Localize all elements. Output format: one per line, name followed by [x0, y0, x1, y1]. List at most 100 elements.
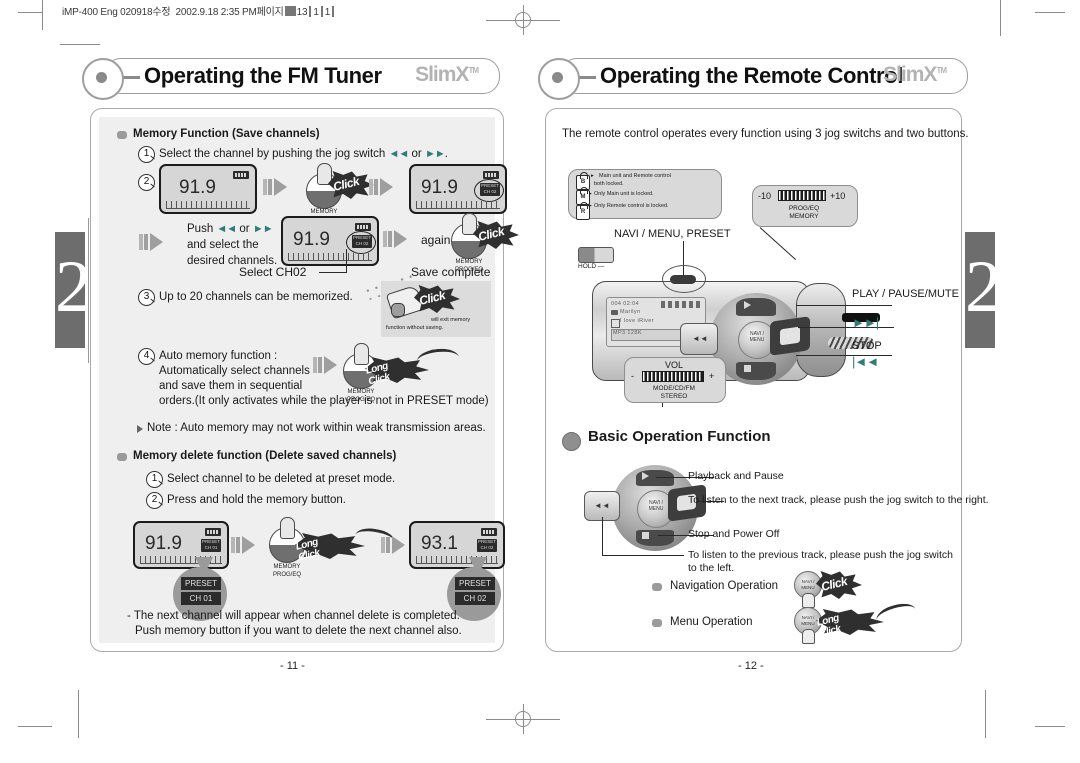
- lcd-3-tuning-scale: [288, 253, 372, 261]
- pad-wing-top[interactable]: [736, 298, 776, 316]
- lcd-1-tuning-scale: [166, 201, 250, 209]
- lcd-2-frequency: 91.9: [421, 177, 458, 198]
- vol-mode-line1: MODE/CD/FM: [653, 385, 695, 392]
- memory-step-4-number: 4: [138, 348, 155, 365]
- crop-mark-tl-h: [60, 44, 100, 45]
- crop-mark-tr-h: [1035, 12, 1065, 13]
- right-page-title: Operating the Remote Control: [600, 63, 903, 88]
- again-label: again: [421, 233, 451, 247]
- basic-op-item-2: To listen to the next track, please push…: [688, 494, 989, 506]
- delete-step-1-number: 1: [146, 471, 163, 488]
- leader-select-ch02-h: [319, 272, 347, 273]
- memory-button-caption-4: MEMORY PROG/EQ: [272, 564, 301, 578]
- basic-operation-bullet: [562, 432, 581, 451]
- remote-lcd-line2: Marilyn: [620, 309, 641, 315]
- callout-ch-left: CH 01: [181, 592, 221, 605]
- basic-op-item-4-line2: to the left.: [688, 562, 735, 574]
- jog-next-glyph: ►►: [252, 223, 274, 235]
- eq-min-label: -10: [758, 191, 772, 201]
- pad-wing-bottom[interactable]: [736, 362, 776, 380]
- callout-preset-left: PRESET: [181, 577, 221, 590]
- prev-track-label: |◄◄: [852, 354, 879, 369]
- leader-next: [798, 327, 894, 328]
- menu-operation-bullet: [652, 619, 662, 627]
- basic-op-stop-glyph: [642, 532, 649, 539]
- crop-mark-bl-h: [18, 726, 52, 727]
- basic-op-item-3: Stop and Power Off: [688, 528, 780, 540]
- memory-step-3-number: 3: [138, 289, 155, 306]
- select-ch02-label: Select CH02: [239, 265, 307, 279]
- lock-legend-row1-line1: Main unit and Remote control: [599, 173, 671, 179]
- leader-eq: [759, 227, 797, 260]
- stop-label: STOP: [852, 340, 882, 352]
- scan-header-pagenum: 13: [296, 7, 308, 18]
- eq-label-line2: MEMORY: [789, 213, 819, 220]
- lcd-delete-left-preset-tag: PRESET CH 01: [201, 539, 221, 552]
- finger-icon: [802, 629, 815, 644]
- eq-label-line1: PROG/EQ: [788, 205, 820, 212]
- delete-function-heading: Memory delete function (Delete saved cha…: [133, 450, 397, 462]
- leader-basic-4-v: [602, 517, 603, 555]
- prev-track-glyph: ◄◄: [692, 334, 708, 343]
- finger-icon: [802, 593, 815, 608]
- leader-play-pause: [796, 305, 892, 306]
- lock-legend-row2-line1: Only Main unit is locked.: [594, 191, 654, 197]
- lock-legend-row1-line2: both locked.: [594, 181, 624, 187]
- delete-step-2-number: 2: [146, 492, 163, 509]
- scan-header-timestamp: 2002.9.18 2:35 PM: [175, 7, 257, 18]
- slimx-logo-right: SlimXTM: [883, 63, 947, 86]
- delete-step-1-text: Select channel to be deleted at preset m…: [167, 473, 396, 485]
- push-instruction: Push ◄◄ or ►► and select the desired cha…: [187, 223, 278, 267]
- remote-lcd-icons: [661, 301, 701, 308]
- memory-step-4-line4: orders.(It only activates while the play…: [159, 395, 489, 407]
- basic-op-item-1: Playback and Pause: [688, 470, 784, 482]
- left-page-number: - 11 -: [280, 660, 305, 672]
- hold-switch[interactable]: [578, 247, 614, 263]
- chapter-tab-right: 2: [965, 232, 1002, 348]
- vol-title: VOL: [664, 360, 683, 370]
- lcd-display-3: 91.9 PRESET CH 02: [281, 216, 379, 266]
- lock-icon-remote: R: [576, 202, 590, 220]
- lock-legend-arrow-1: ▸: [591, 173, 594, 179]
- delete-footer-line2: Push memory button if you want to delete…: [135, 625, 462, 637]
- folder-icon: [611, 310, 618, 315]
- vol-mode-line2: STEREO: [660, 393, 688, 400]
- left-page-title: Operating the FM Tuner: [144, 63, 382, 88]
- battery-icon: [355, 223, 371, 231]
- scan-header-file: iMP-400 Eng 020918: [62, 7, 153, 18]
- memory-step-4-line1: Auto memory function :: [159, 350, 278, 362]
- remote-lcd-line3: I love iRiver: [620, 318, 654, 324]
- left-page-content-box: Memory Function (Save channels) 1 Select…: [90, 108, 519, 652]
- memory-step-4-line2: Automatically select channels: [159, 365, 310, 377]
- lcd-2-tuning-scale: [416, 201, 500, 209]
- right-page-titlebar: Operating the Remote Control SlimXTM: [538, 58, 968, 100]
- menu-operation-label: Menu Operation: [670, 616, 753, 628]
- navigation-operation-label: Navigation Operation: [670, 580, 779, 592]
- lock-legend-row3-line1: Only Remote control is locked.: [594, 203, 669, 209]
- crop-mark-tr-v: [1000, 0, 1001, 36]
- scan-header-korean-b: 페이지: [256, 7, 284, 18]
- memory-step-2-number: 2: [138, 174, 155, 191]
- callout-preset-right: PRESET: [455, 577, 495, 590]
- battery-icon: [233, 171, 249, 179]
- hand-press-thumb: [391, 303, 405, 317]
- navi-menu-preset-label: NAVI / MENU, PRESET: [614, 228, 731, 240]
- section-bullet-memory: [117, 131, 127, 139]
- battery-icon: [205, 528, 221, 536]
- memory-step-1-number: 1: [138, 146, 155, 163]
- lcd-display-delete-right: 93.1 PRESET CH 02: [409, 521, 505, 569]
- vol-minus: -: [631, 371, 634, 381]
- vol-level-bar: [642, 371, 704, 382]
- lcd-delete-right-preset-tag: PRESET CH 02: [477, 539, 497, 552]
- leader-basic-4-h: [602, 555, 684, 556]
- slimx-logo-left: SlimXTM: [415, 63, 479, 86]
- crop-mark-tl-h2: [18, 12, 42, 13]
- play-pause-glyph: [744, 301, 751, 309]
- jog-next-glyph: ►►: [424, 148, 446, 160]
- exit-note-line1: will exit memory: [431, 317, 471, 323]
- lcd-display-2: 91.9 PRESET CH 02: [409, 164, 507, 214]
- registration-mark-top: [486, 5, 560, 35]
- memory-step-1-text: Select the channel by pushing the jog sw…: [159, 148, 448, 160]
- note-icon: [611, 319, 620, 328]
- exit-note-line2: function without saving.: [386, 325, 444, 331]
